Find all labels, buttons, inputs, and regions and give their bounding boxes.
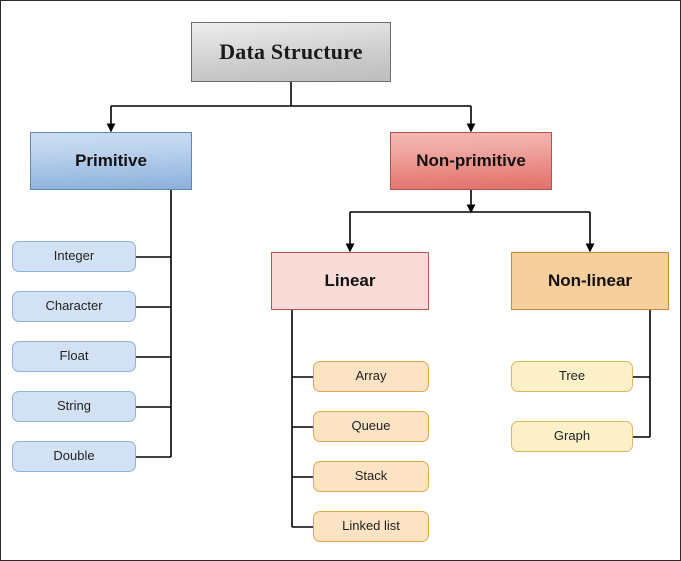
- node-queue[interactable]: Queue: [313, 411, 429, 442]
- node-string[interactable]: String: [12, 391, 136, 422]
- node-string-label: String: [57, 398, 91, 414]
- diagram-canvas: Data Structure Primitive Non-primitive L…: [0, 0, 681, 561]
- node-tree[interactable]: Tree: [511, 361, 633, 392]
- node-non-linear-label: Non-linear: [547, 271, 633, 291]
- node-graph-label: Graph: [553, 428, 591, 444]
- node-double[interactable]: Double: [12, 441, 136, 472]
- node-float-label: Float: [59, 348, 89, 364]
- node-integer-label: Integer: [53, 248, 95, 264]
- node-linked-list[interactable]: Linked list: [313, 511, 429, 542]
- node-linked-list-label: Linked list: [342, 518, 400, 534]
- node-tree-label: Tree: [558, 368, 586, 384]
- node-character-label: Character: [45, 298, 103, 314]
- node-data-structure-label: Data Structure: [219, 39, 363, 65]
- node-array-label: Array: [355, 368, 387, 384]
- node-stack-label: Stack: [354, 468, 388, 484]
- node-primitive[interactable]: Primitive: [30, 132, 192, 190]
- node-non-primitive-label: Non-primitive: [416, 151, 526, 171]
- node-data-structure[interactable]: Data Structure: [191, 22, 391, 82]
- node-float[interactable]: Float: [12, 341, 136, 372]
- node-primitive-label: Primitive: [75, 151, 147, 171]
- node-non-linear[interactable]: Non-linear: [511, 252, 669, 310]
- node-stack[interactable]: Stack: [313, 461, 429, 492]
- node-queue-label: Queue: [351, 418, 391, 434]
- node-integer[interactable]: Integer: [12, 241, 136, 272]
- node-non-primitive[interactable]: Non-primitive: [390, 132, 552, 190]
- node-graph[interactable]: Graph: [511, 421, 633, 452]
- node-array[interactable]: Array: [313, 361, 429, 392]
- node-double-label: Double: [53, 448, 95, 464]
- node-character[interactable]: Character: [12, 291, 136, 322]
- node-linear-label: Linear: [324, 271, 376, 291]
- node-linear[interactable]: Linear: [271, 252, 429, 310]
